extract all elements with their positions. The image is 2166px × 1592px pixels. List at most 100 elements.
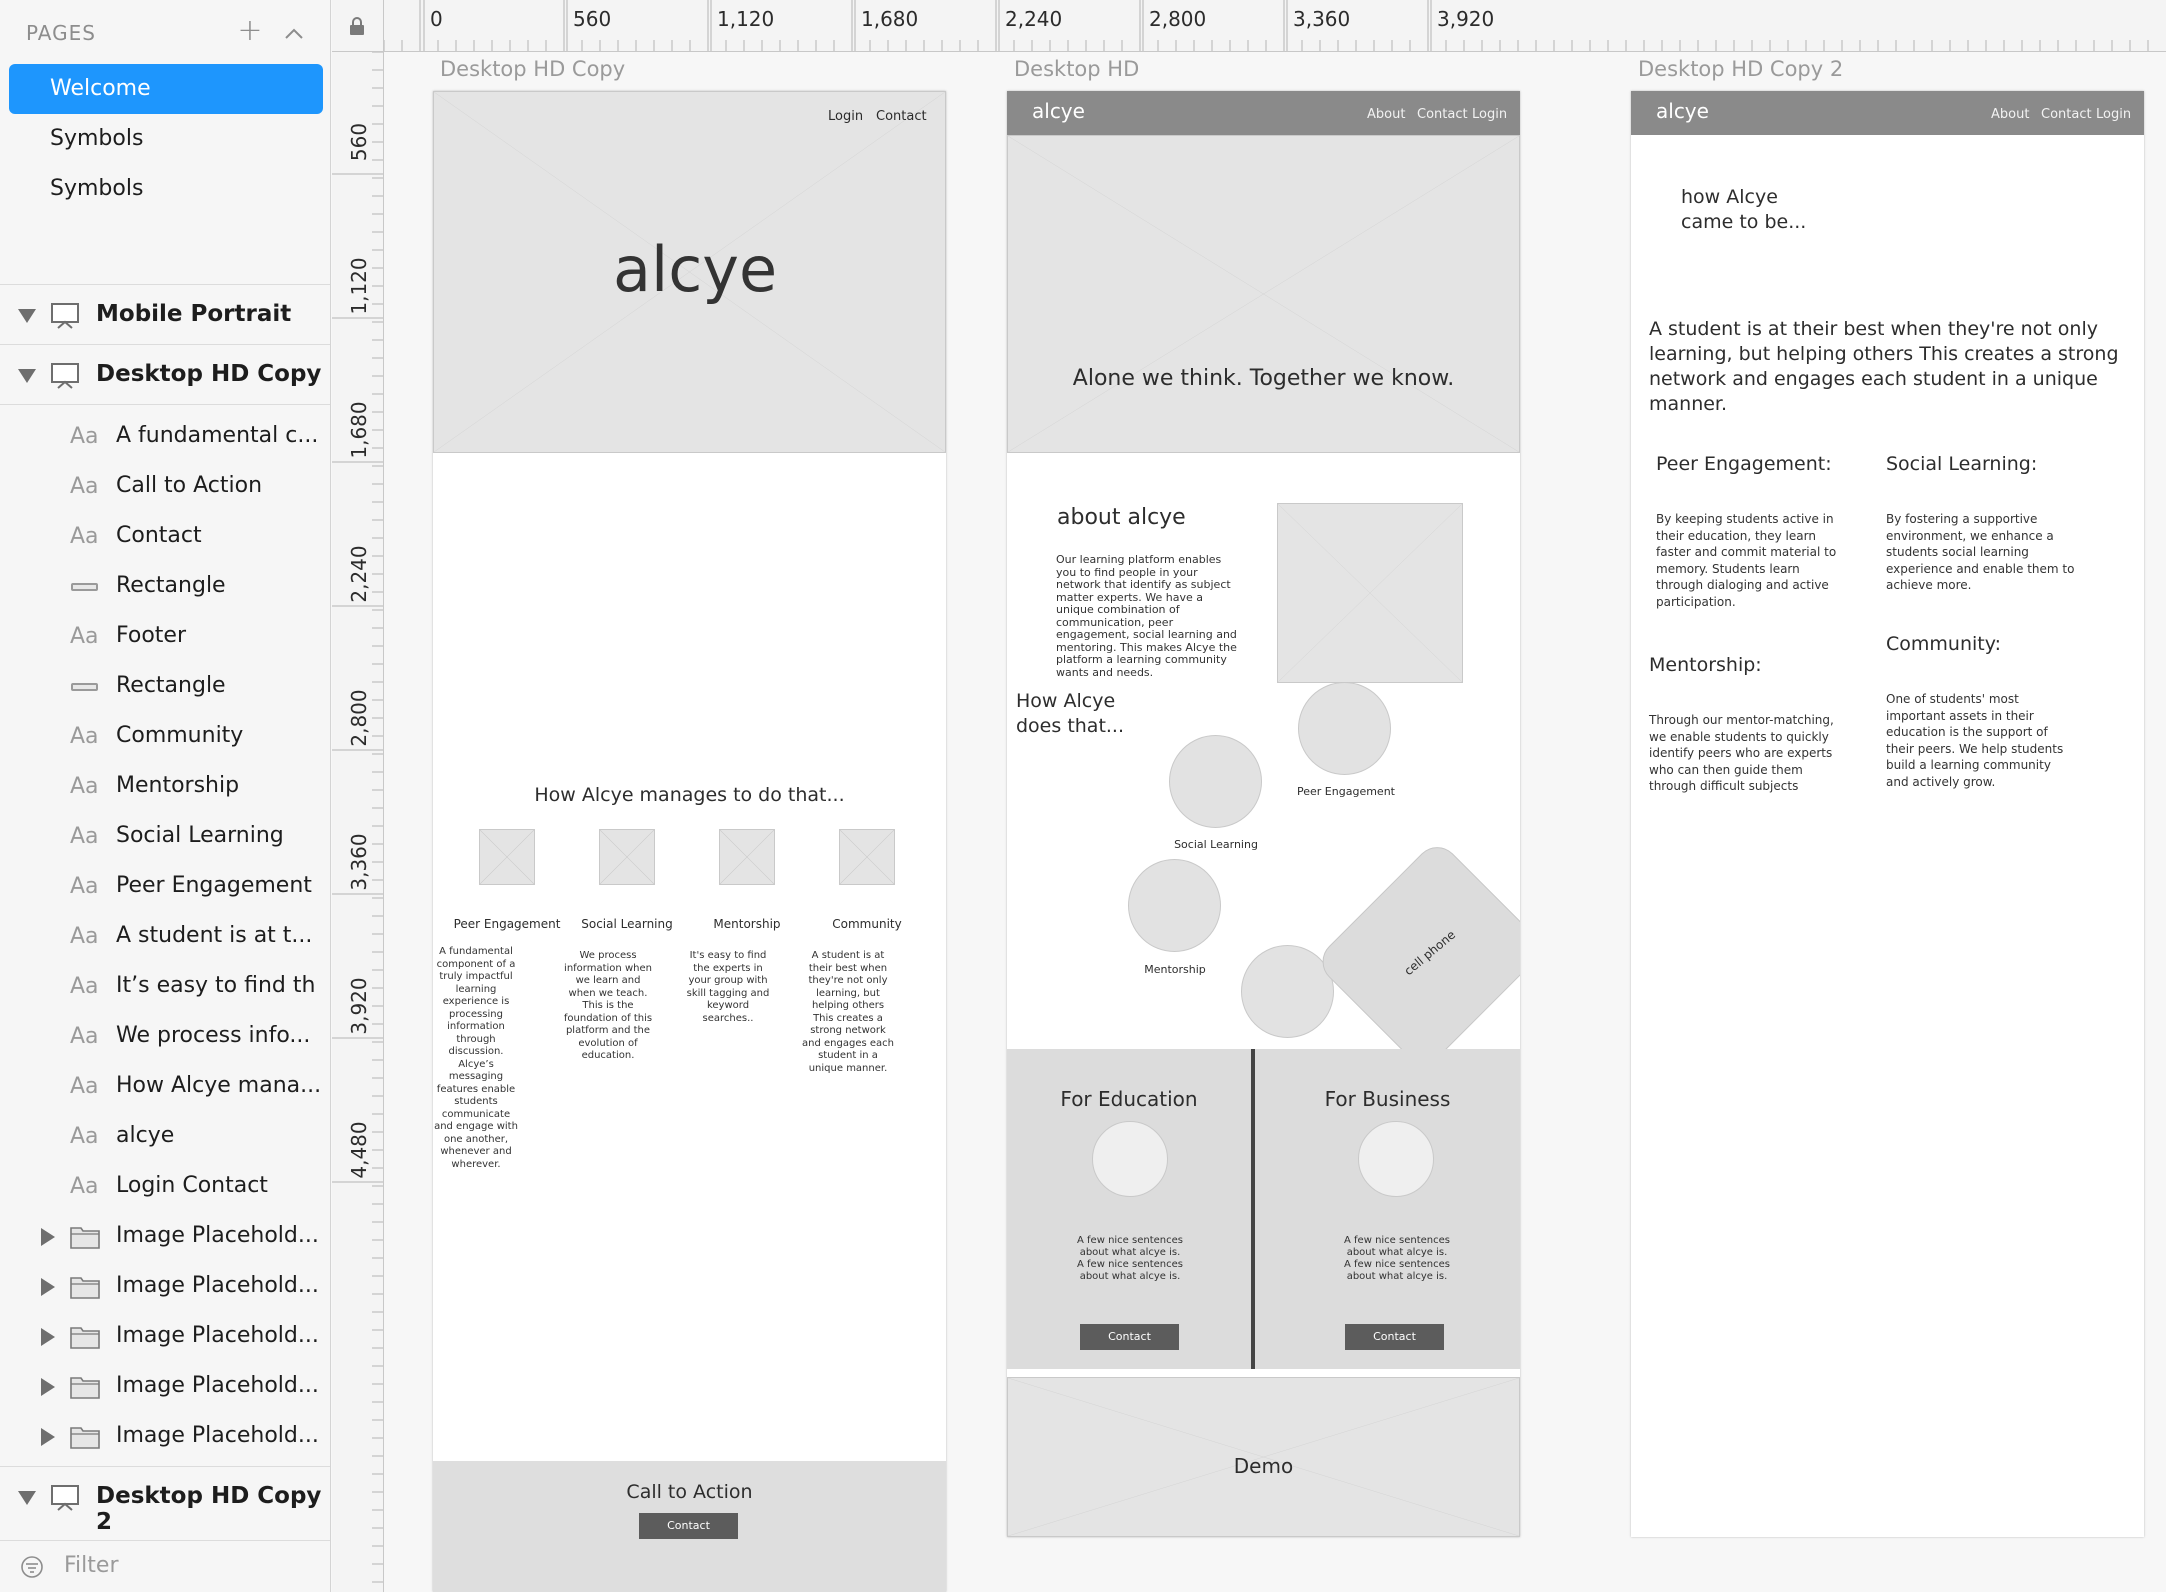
ruler-label: 3,360	[347, 833, 371, 891]
text-layer-icon: Aa	[70, 1124, 99, 1149]
layer-group-row[interactable]: Image Placehold...	[0, 1212, 330, 1262]
layer-row[interactable]: Aa Contact	[0, 512, 330, 562]
demo-placeholder: Demo	[1007, 1377, 1520, 1537]
layer-row[interactable]: Aa Mentorship	[0, 762, 330, 812]
layer-row[interactable]: Aa A student is at t...	[0, 912, 330, 962]
layer-label: Community	[116, 723, 244, 748]
header-brand[interactable]: alcye	[1032, 99, 1085, 123]
bubble-label: Social Learning	[1174, 838, 1258, 851]
layer-row[interactable]: Aa Login Contact	[0, 1162, 330, 1212]
business-contact-button[interactable]: Contact	[1345, 1324, 1444, 1350]
filter-bar[interactable]: Filter	[0, 1540, 330, 1592]
layer-row[interactable]: Aa Community	[0, 712, 330, 762]
page-item-symbols[interactable]: Symbols	[9, 164, 323, 214]
layer-label: Rectangle	[116, 673, 226, 698]
layer-group-row[interactable]: Image Placehold...	[0, 1412, 330, 1462]
nav-contact-link[interactable]: Contact	[876, 109, 927, 124]
group-label: Desktop HD Copy	[96, 361, 322, 387]
layer-row[interactable]: Aa We process info...	[0, 1012, 330, 1062]
layer-row[interactable]: Aa Peer Engagement	[0, 862, 330, 912]
disclosure-triangle-icon[interactable]	[41, 1228, 55, 1246]
disclosure-triangle-icon[interactable]	[18, 369, 36, 383]
layer-group-row[interactable]: Image Placehold...	[0, 1262, 330, 1312]
cta-title: Call to Action	[626, 1481, 753, 1503]
feature-text: It's easy to find the experts in your gr…	[686, 950, 770, 1024]
nav-about-link[interactable]: About	[1367, 107, 1405, 122]
nav-login-link[interactable]: Login	[1472, 107, 1507, 122]
layer-group-desktop-hd-copy-2[interactable]: Desktop HD Copy 2	[0, 1469, 330, 1535]
layer-row[interactable]: Aa alcye	[0, 1112, 330, 1162]
layer-row[interactable]: Aa It’s easy to find th	[0, 962, 330, 1012]
nav-contact-link[interactable]: Contact	[2041, 107, 2092, 122]
layer-row[interactable]: Rectangle	[0, 662, 330, 712]
tagline: Alone we think. Together we know.	[1072, 366, 1455, 391]
add-page-icon[interactable]: +	[233, 14, 267, 48]
layer-row[interactable]: Aa Footer	[0, 612, 330, 662]
artboard-title[interactable]: Desktop HD Copy	[440, 57, 625, 81]
layer-label: Peer Engagement	[116, 873, 312, 898]
page-item-welcome[interactable]: Welcome	[9, 64, 323, 114]
header-brand[interactable]: alcye	[1656, 99, 1709, 123]
hero-image-placeholder	[1007, 135, 1520, 453]
text-layer-icon: Aa	[70, 524, 99, 549]
layer-group-row[interactable]: Image Placehold...	[0, 1362, 330, 1412]
layer-row[interactable]: Aa Social Learning	[0, 812, 330, 862]
layer-row[interactable]: Aa How Alcye mana...	[0, 1062, 330, 1112]
feature-image-placeholder	[599, 829, 655, 885]
artboard-icon	[51, 363, 79, 389]
disclosure-triangle-icon[interactable]	[41, 1328, 55, 1346]
feature-text: We process information when we learn and…	[563, 950, 653, 1061]
nav-about-link[interactable]: About	[1991, 107, 2029, 122]
artboard-desktop-hd-copy-2[interactable]: alcye About Contact Login how Alcye came…	[1631, 91, 2144, 1537]
cta-contact-button[interactable]: Contact	[639, 1513, 738, 1539]
artboard-desktop-hd-copy[interactable]: Login Contact alcye How Alcye manages to…	[433, 91, 946, 1592]
artboard-desktop-hd[interactable]: alcye About Contact Login Alone we think…	[1007, 91, 1520, 1537]
nav-login-link[interactable]: Login	[828, 109, 863, 124]
lock-icon[interactable]	[348, 16, 366, 36]
layer-row[interactable]: Aa A fundamental c...	[0, 412, 330, 462]
about-image-placeholder	[1277, 503, 1463, 683]
filter-icon[interactable]	[20, 1555, 44, 1579]
text-layer-icon: Aa	[70, 874, 99, 899]
ruler-label: 1,680	[347, 401, 371, 459]
artboard-title[interactable]: Desktop HD Copy 2	[1638, 57, 1843, 81]
disclosure-triangle-icon[interactable]	[41, 1428, 55, 1446]
chevron-up-icon[interactable]	[277, 14, 311, 48]
feature-text: A student is at their best when they're …	[802, 950, 894, 1074]
layer-label: Image Placehold...	[116, 1423, 319, 1448]
lead-text: A student is at their best when they're …	[1649, 318, 2119, 415]
page-item-symbols[interactable]: Symbols	[9, 114, 323, 164]
divider	[0, 344, 330, 345]
design-canvas[interactable]: Desktop HD Copy Login Contact alcye How …	[385, 53, 2166, 1592]
horizontal-ruler[interactable]: 0 560 1,120 1,680 2,240 2,800 3,360 3,920	[384, 0, 2166, 52]
pages-title: PAGES	[26, 21, 96, 45]
layer-group-desktop-hd-copy[interactable]: Desktop HD Copy	[0, 347, 330, 405]
layer-group-mobile-portrait[interactable]: Mobile Portrait	[0, 287, 330, 345]
community-text: One of students' most important assets i…	[1886, 692, 2064, 789]
vertical-ruler[interactable]: 560 1,120 1,680 2,240 2,800 3,360 3,920 4,480	[332, 52, 384, 1592]
disclosure-triangle-icon[interactable]	[41, 1278, 55, 1296]
disclosure-triangle-icon[interactable]	[18, 309, 36, 323]
artboard-title[interactable]: Desktop HD	[1014, 57, 1139, 81]
text-layer-icon: Aa	[70, 624, 99, 649]
ruler-corner	[332, 0, 384, 52]
nav-login-link[interactable]: Login	[2096, 107, 2131, 122]
layer-row[interactable]: Rectangle	[0, 562, 330, 612]
feature-text: A fundamental component of a truly impac…	[434, 946, 518, 1170]
filter-input[interactable]: Filter	[64, 1553, 118, 1578]
bubble-label: Peer Engagement	[1297, 785, 1395, 798]
ruler-label: 2,240	[1005, 7, 1063, 31]
text-layer-icon: Aa	[70, 424, 99, 449]
artboard-icon	[51, 1485, 79, 1511]
nav-contact-link[interactable]: Contact	[1417, 107, 1468, 122]
layer-row[interactable]: Aa Call to Action	[0, 462, 330, 512]
feature-title: Community	[832, 917, 902, 931]
social-title: Social Learning:	[1886, 453, 2038, 475]
layer-group-row[interactable]: Image Placehold...	[0, 1312, 330, 1362]
education-contact-button[interactable]: Contact	[1080, 1324, 1179, 1350]
cta-footer: Call to Action Contact	[433, 1461, 946, 1592]
disclosure-triangle-icon[interactable]	[41, 1378, 55, 1396]
layer-label: How Alcye mana...	[116, 1073, 322, 1098]
disclosure-triangle-icon[interactable]	[18, 1491, 36, 1505]
about-title: about alcye	[1057, 505, 1186, 530]
